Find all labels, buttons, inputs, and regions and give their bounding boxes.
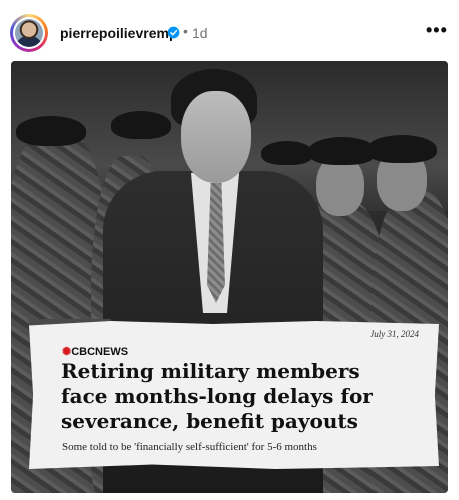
clipping-date: July 31, 2024 [370, 329, 419, 339]
headline-line: severance, benefit payouts [61, 409, 358, 433]
cbc-news-logo: ✺CBCNEWS [62, 345, 128, 358]
beret [111, 111, 171, 139]
post-image[interactable]: July 31, 2024 ✺CBCNEWS Retiring military… [11, 61, 448, 493]
more-options-icon[interactable]: ••• [426, 20, 448, 41]
headline: Retiring military members face months-lo… [61, 359, 431, 434]
subheadline: Some told to be 'financially self-suffic… [62, 441, 317, 453]
news-clipping: July 31, 2024 ✺CBCNEWS Retiring military… [29, 321, 439, 469]
cbc-logo-text: CBCNEWS [71, 346, 129, 358]
username-link[interactable]: pierrepoilievremp [60, 25, 178, 41]
cbc-gem-icon: ✺ [62, 346, 72, 358]
post-header: pierrepoilievremp • 1d ••• [0, 0, 459, 60]
beret [16, 116, 86, 146]
beret [261, 141, 313, 165]
avatar[interactable] [13, 17, 45, 49]
beret [308, 137, 376, 165]
verified-badge-icon [167, 26, 180, 39]
avatar-image [15, 19, 43, 47]
headline-line: Retiring military members [61, 359, 360, 383]
headline-line: face months-long delays for [61, 384, 373, 408]
separator-dot: • [183, 23, 188, 39]
figure-face [181, 91, 251, 183]
post-time[interactable]: 1d [192, 25, 208, 41]
beret [367, 135, 437, 163]
avatar-story-ring[interactable] [10, 14, 48, 52]
soldier-face [316, 156, 364, 216]
